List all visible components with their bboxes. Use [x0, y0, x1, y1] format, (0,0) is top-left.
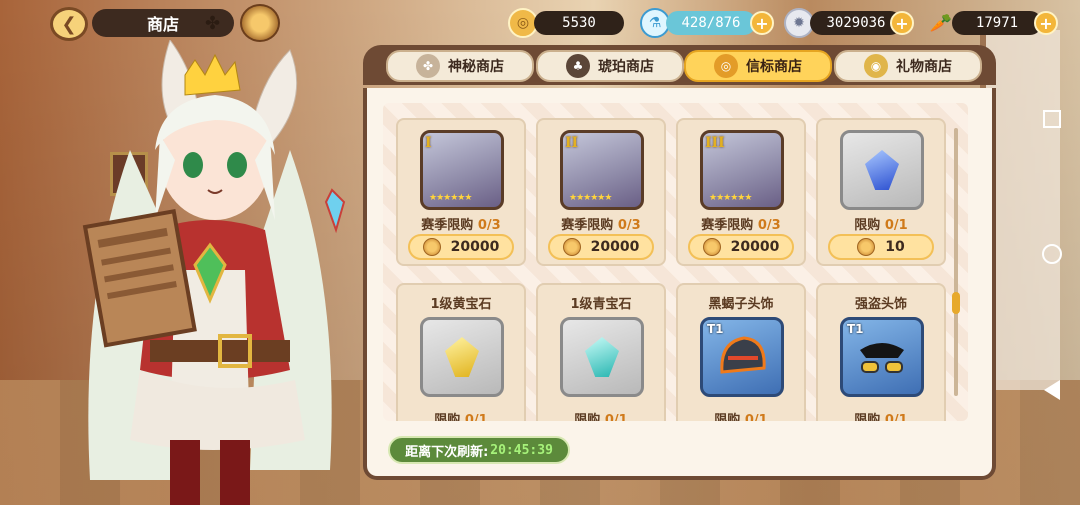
gem-thumbnail [420, 317, 504, 397]
item-name: 黑蝎子头饰 [708, 297, 774, 312]
add-stamina-button[interactable]: + [750, 11, 774, 35]
headgear-thumbnail: T1 [840, 317, 924, 397]
beacon-coin-icon [702, 238, 721, 256]
tab-amber-shop[interactable]: ♣ 琥珀商店 [536, 50, 684, 82]
countdown-time: 20:45:39 [490, 442, 553, 458]
beacon-coin-icon: ◎ [714, 54, 738, 78]
item-name: 强盗头饰 [854, 297, 907, 312]
item-grid: I ★★★★★★ 赛季限购 0/3 20000 II ★★★★★★ 赛季限购 0… [383, 103, 968, 421]
purchase-limit: 限购 0/1 [574, 413, 628, 421]
back-button[interactable]: ❮ [50, 7, 88, 41]
shop-item-card[interactable]: 1级黄宝石 限购 0/1 [396, 283, 526, 421]
gift-coin-icon: ◉ [864, 54, 888, 78]
cyan-gem-icon [585, 337, 619, 377]
purchase-limit: 限购 0/1 [714, 413, 768, 421]
add-diamond-button[interactable]: + [890, 11, 914, 35]
tab-gift-shop[interactable]: ◉ 礼物商店 [834, 50, 982, 82]
recent-apps-icon[interactable] [1043, 110, 1061, 128]
gem-thumbnail [840, 130, 924, 210]
bunny-girl-shopkeeper [82, 40, 346, 505]
refresh-timer: 距离下次刷新: 20:45:39 [388, 436, 570, 464]
shop-item-card[interactable]: 强盗头饰 T1 限购 0/1 [816, 283, 946, 421]
purchase-limit: 限购 0/1 [854, 218, 908, 233]
yellow-gem-icon [445, 337, 479, 377]
beacon-coin-icon [562, 238, 581, 256]
gold-coin-counter: 5530 [534, 11, 624, 35]
blue-crystal-icon [865, 150, 899, 190]
tab-mystery-shop[interactable]: ✤ 神秘商店 [386, 50, 534, 82]
back-arrow-icon: ❮ [61, 13, 77, 35]
scorpion-helmet-icon [720, 336, 766, 374]
beacon-coin-icon [422, 238, 441, 256]
price-button[interactable]: 20000 [548, 234, 654, 260]
item-name: 1级青宝石 [570, 297, 632, 312]
star-rating: ★★★★★★ [709, 193, 752, 203]
item-name: 1级黄宝石 [430, 297, 492, 312]
purchase-limit: 限购 0/1 [434, 413, 488, 421]
home-icon[interactable] [1042, 244, 1062, 264]
back-triangle-icon[interactable] [1044, 380, 1060, 400]
hat-icon: ♣ [566, 54, 590, 78]
purchase-limit: 限购 0/1 [854, 413, 908, 421]
price-button[interactable]: 10 [828, 234, 934, 260]
shop-emblem-icon[interactable] [240, 4, 280, 42]
purchase-limit: 赛季限购 0/3 [701, 218, 781, 233]
android-nav-bar [1024, 110, 1080, 400]
hero-portrait: I ★★★★★★ [420, 130, 504, 210]
shop-item-card[interactable]: II ★★★★★★ 赛季限购 0/3 20000 [536, 118, 666, 266]
scrollbar-thumb[interactable] [952, 292, 960, 314]
top-bar: ❮ 商店 ✤ ◎ 5530 ⚗ 428/876 + ✹ 3029036 + 🥕 … [0, 0, 1080, 46]
scrollbar-track[interactable] [954, 128, 958, 396]
star-rating: ★★★★★★ [569, 193, 612, 203]
price-button[interactable]: 20000 [408, 234, 514, 260]
shop-item-card[interactable]: III ★★★★★★ 赛季限购 0/3 20000 [676, 118, 806, 266]
price-button[interactable]: 20000 [688, 234, 794, 260]
purchase-limit: 赛季限购 0/3 [561, 218, 641, 233]
clover-icon: ✤ [416, 54, 440, 78]
shop-item-card[interactable]: I ★★★★★★ 赛季限购 0/3 20000 [396, 118, 526, 266]
clover-icon: ✤ [205, 13, 221, 34]
gem-thumbnail [560, 317, 644, 397]
add-carrot-button[interactable]: + [1034, 11, 1058, 35]
shop-item-card[interactable]: 1级青宝石 限购 0/1 [536, 283, 666, 421]
carrot-counter: 17971 [952, 11, 1042, 35]
shop-item-card[interactable]: 黑蝎子头饰 T1 限购 0/1 [676, 283, 806, 421]
bandit-bandana-icon [860, 343, 904, 373]
headgear-thumbnail: T1 [700, 317, 784, 397]
hero-portrait: II ★★★★★★ [560, 130, 644, 210]
hero-portrait: III ★★★★★★ [700, 130, 784, 210]
stamina-counter: 428/876 [666, 11, 756, 35]
diamond-counter: 3029036 [810, 11, 902, 35]
beacon-coin-icon [857, 238, 876, 256]
star-rating: ★★★★★★ [429, 193, 472, 203]
tab-beacon-shop[interactable]: ◎ 信标商店 [684, 50, 832, 82]
purchase-limit: 赛季限购 0/3 [421, 218, 501, 233]
shop-item-card[interactable]: 限购 0/1 10 [816, 118, 946, 266]
